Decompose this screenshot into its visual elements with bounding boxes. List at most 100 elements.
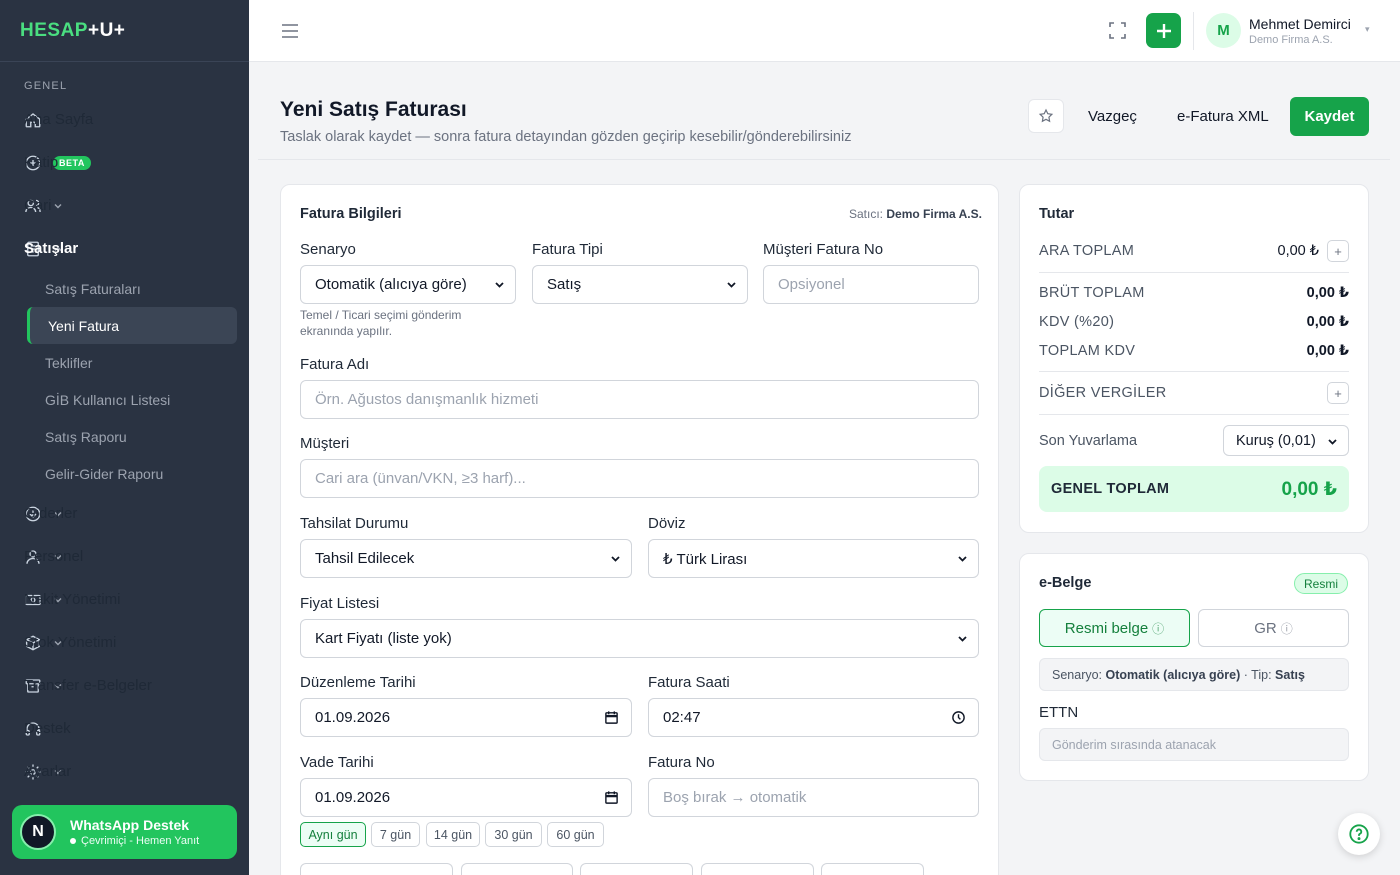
add-other-tax-button[interactable]: + <box>1327 382 1349 404</box>
divider <box>1039 272 1349 273</box>
plus-icon <box>1156 23 1171 38</box>
other-tax-label: DİĞER VERGİLER <box>1039 385 1167 401</box>
sidebar-item-satislar[interactable]: Satışlar <box>0 227 249 270</box>
chevron-down-icon <box>495 282 504 288</box>
customer-invoice-no-label: Müşteri Fatura No <box>763 241 884 258</box>
sidebar-item-stok-yonetimi[interactable]: Stok Yönetimi <box>0 621 249 664</box>
ettn-label: ETTN <box>1039 704 1079 721</box>
sidebar-item-ana-sayfa[interactable]: Ana Sayfa <box>0 98 249 141</box>
due-date-value: 01.09.2026 <box>315 789 391 806</box>
chevron-down-icon <box>611 556 620 562</box>
due-chip-14[interactable]: 14 gün <box>426 822 480 847</box>
clock-icon[interactable] <box>951 710 966 725</box>
menu-icon[interactable] <box>280 22 300 40</box>
currency-select[interactable]: ₺ Türk Lirası <box>648 539 979 578</box>
star-icon <box>1038 108 1054 123</box>
fullscreen-icon[interactable] <box>1109 22 1126 39</box>
seller-info: Satıcı: Demo Firma A.S. <box>849 207 982 221</box>
sidebar-item-label: Destek <box>24 720 71 737</box>
due-chip-60[interactable]: 60 gün <box>547 822 604 847</box>
sidebar-nav-lower: Giderler Personel Nakit Yönetimi Stok Yö… <box>0 492 249 793</box>
sidebar-item-label: Ana Sayfa <box>24 111 94 128</box>
chevron-down-icon <box>958 636 967 642</box>
sidebar-item-katip[interactable]: Kâtip BETA <box>0 141 249 184</box>
price-list-select[interactable]: Kart Fiyatı (liste yok) <box>300 619 979 658</box>
due-date-input[interactable]: 01.09.2026 <box>300 778 632 817</box>
invoice-time-value: 02:47 <box>663 709 701 726</box>
help-icon <box>1349 824 1369 844</box>
official-document-toggle[interactable]: Resmi belge ⓘ <box>1039 609 1190 647</box>
submenu-item-teklifler[interactable]: Teklifler <box>0 344 237 381</box>
invoice-name-label: Fatura Adı <box>300 356 370 373</box>
cutoff-button[interactable] <box>461 863 573 875</box>
user-name[interactable]: Mehmet Demirci <box>1249 16 1351 32</box>
currency-label: Döviz <box>648 515 686 532</box>
efatura-xml-button[interactable]: e-Fatura XML <box>1177 99 1269 133</box>
rounding-select[interactable]: Kuruş (0,01) <box>1223 425 1349 456</box>
invoice-type-select[interactable]: Satış <box>532 265 748 304</box>
scenario-select[interactable]: Otomatik (alıcıya göre) <box>300 265 516 304</box>
sidebar-item-personel[interactable]: Personel <box>0 535 249 578</box>
online-dot-icon <box>70 838 76 845</box>
sidebar-item-transfer-ebelgeler[interactable]: Transfer e-Belgeler <box>0 664 249 707</box>
issue-date-input[interactable]: 01.09.2026 <box>300 698 632 737</box>
gross-value: 0,00 ₺ <box>1306 285 1349 301</box>
issue-date-value: 01.09.2026 <box>315 709 391 726</box>
user-avatar[interactable]: M <box>1206 13 1241 48</box>
vat-value: 0,00 ₺ <box>1306 314 1349 330</box>
info-scenario-value: Otomatik (alıcıya göre) <box>1105 667 1241 682</box>
cutoff-button[interactable] <box>300 863 453 875</box>
gross-label: BRÜT TOPLAM <box>1039 285 1145 301</box>
sidebar-item-nakit-yonetimi[interactable]: Nakit Yönetimi <box>0 578 249 621</box>
scenario-value: Otomatik (alıcıya göre) <box>315 276 467 293</box>
calendar-icon[interactable] <box>604 790 619 805</box>
customer-label: Müşteri <box>300 435 350 452</box>
submenu-item-gib-kullanici-listesi[interactable]: GİB Kullanıcı Listesi <box>0 381 237 418</box>
whatsapp-support-button[interactable]: N WhatsApp Destek Çevrimiçi - Hemen Yanı… <box>12 805 237 859</box>
invoice-time-input[interactable]: 02:47 <box>648 698 979 737</box>
customer-search-input[interactable]: Cari ara (ünvan/VKN, ≥3 harf)... <box>300 459 979 498</box>
chevron-down-icon <box>958 556 967 562</box>
subtotal-row: ARA TOPLAM 0,00 ₺ + <box>1039 239 1349 263</box>
gr-toggle[interactable]: GR ⓘ <box>1198 609 1349 647</box>
invoice-name-input[interactable]: Örn. Ağustos danışmanlık hizmeti <box>300 380 979 419</box>
sidebar-item-giderler[interactable]: Giderler <box>0 492 249 535</box>
due-chip-30[interactable]: 30 gün <box>485 822 542 847</box>
invoice-no-input[interactable]: Boş bırak → otomatik <box>648 778 979 817</box>
sidebar-item-label: Nakit Yönetimi <box>24 591 121 608</box>
cutoff-button[interactable] <box>580 863 693 875</box>
cancel-button[interactable]: Vazgeç <box>1088 99 1137 133</box>
user-menu-caret-icon[interactable]: ▾ <box>1365 24 1370 35</box>
grand-total-label: GENEL TOPLAM <box>1051 481 1170 497</box>
sidebar-item-ayarlar[interactable]: Ayarlar <box>0 750 249 793</box>
customer-invoice-no-input[interactable]: Opsiyonel <box>763 265 979 304</box>
due-chip-7[interactable]: 7 gün <box>371 822 420 847</box>
brand-part1: HESAP <box>20 19 88 41</box>
submenu-item-gelir-gider-raporu[interactable]: Gelir-Gider Raporu <box>0 455 237 492</box>
due-chip-same-day[interactable]: Aynı gün <box>300 822 366 847</box>
submenu-item-satis-raporu[interactable]: Satış Raporu <box>0 418 237 455</box>
cutoff-button[interactable] <box>821 863 924 875</box>
add-discount-button[interactable]: + <box>1327 240 1349 262</box>
favorite-button[interactable] <box>1028 99 1064 133</box>
collection-status-select[interactable]: Tahsil Edilecek <box>300 539 632 578</box>
totals-title: Tutar <box>1039 206 1075 222</box>
collection-status-value: Tahsil Edilecek <box>315 550 415 567</box>
help-button[interactable] <box>1338 813 1380 855</box>
submenu-item-yeni-fatura[interactable]: Yeni Fatura <box>27 307 237 344</box>
sidebar-nav: Ana Sayfa Kâtip BETA Cari Satışlar <box>0 98 249 270</box>
save-button[interactable]: Kaydet <box>1290 97 1369 136</box>
ebelge-info-box: Senaryo: Otomatik (alıcıya göre) · Tip: … <box>1039 658 1349 691</box>
vat-row: KDV (%20) 0,00 ₺ <box>1039 312 1349 332</box>
chevron-down-icon <box>1328 439 1337 445</box>
sidebar-item-destek[interactable]: Destek <box>0 707 249 750</box>
page-subtitle: Taslak olarak kaydet — sonra fatura deta… <box>280 129 852 145</box>
sidebar-item-cari[interactable]: Cari <box>0 184 249 227</box>
cutoff-button[interactable] <box>701 863 814 875</box>
calendar-icon[interactable] <box>604 710 619 725</box>
quick-add-button[interactable] <box>1146 13 1181 48</box>
submenu-item-satis-faturalari[interactable]: Satış Faturaları <box>0 270 237 307</box>
brand-logo[interactable]: HESAP +U+ <box>0 0 249 62</box>
total-vat-row: TOPLAM KDV 0,00 ₺ <box>1039 341 1349 361</box>
invoice-time-label: Fatura Saati <box>648 674 730 691</box>
